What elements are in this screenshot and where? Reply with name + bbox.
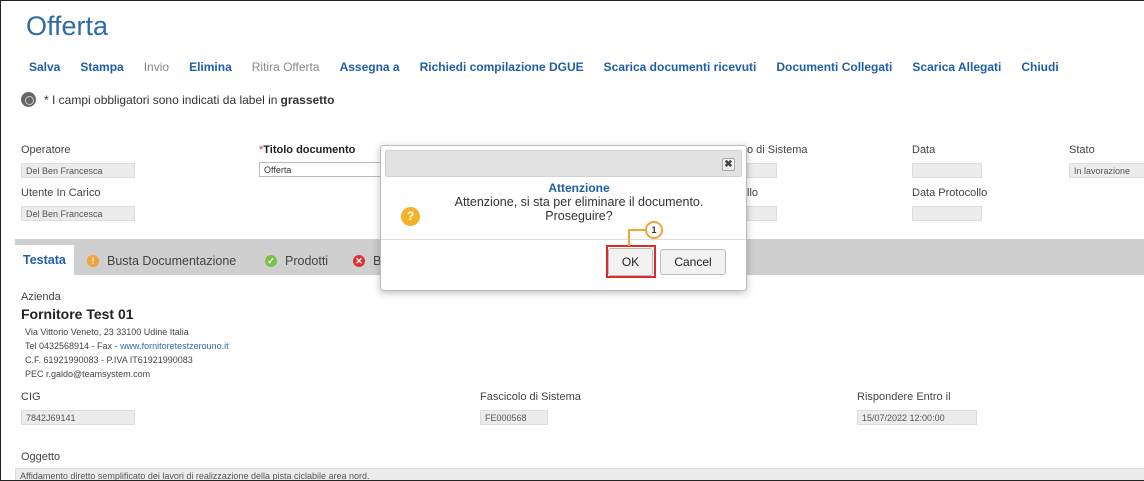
check-icon: ✓: [265, 254, 277, 267]
step-number-badge: 1: [645, 221, 663, 239]
azienda-pec: PEC r.galdo@teamsystem.com: [25, 369, 151, 379]
question-icon: ?: [401, 207, 420, 226]
send-button: Invio: [143, 60, 170, 74]
ok-highlight-box: [606, 245, 656, 278]
titolo-field[interactable]: Offerta: [259, 162, 383, 177]
page-frame: Offerta Salva Stampa Invio Elimina Ritir…: [0, 0, 1144, 481]
note-text: * I campi obbligatori sono indicati da l…: [44, 92, 278, 107]
toolbar: Salva Stampa Invio Elimina Ritira Offert…: [29, 60, 1079, 74]
cig-label: CIG: [21, 391, 41, 403]
save-button[interactable]: Salva: [29, 60, 60, 74]
required-fields-note: * I campi obbligatori sono indicati da l…: [21, 92, 335, 107]
fascicolo-top-value: [747, 163, 777, 178]
data-value: [912, 163, 982, 178]
fascicolo-value: FE000568: [480, 410, 548, 425]
assign-button[interactable]: Assegna a: [340, 60, 400, 74]
tab-testata[interactable]: Testata: [15, 245, 74, 275]
azienda-contact: Tel 0432568914 - Fax - www.fornitoretest…: [25, 341, 229, 351]
withdraw-offer-button: Ritira Offerta: [251, 60, 320, 74]
print-button[interactable]: Stampa: [80, 60, 123, 74]
oggetto-value: Affidamento diretto semplificato dei lav…: [15, 468, 1144, 480]
fascicolo-label: Fascicolo di Sistema: [480, 391, 581, 403]
close-button[interactable]: Chiudi: [1021, 60, 1058, 74]
azienda-address: Via Vittorio Veneto, 23 33100 Udine Ital…: [25, 327, 189, 337]
operatore-value: Del Ben Francesca: [21, 163, 135, 178]
protocollo-label: llo: [747, 187, 759, 199]
confirm-dialog: ✖ ? Attenzione Attenzione, si sta per el…: [380, 145, 747, 291]
download-received-button[interactable]: Scarica documenti ricevuti: [604, 60, 757, 74]
oggetto-label: Oggetto: [21, 451, 61, 463]
rispondere-label: Rispondere Entro il: [857, 391, 951, 403]
callout-line-vertical: [628, 229, 630, 246]
data-protocollo-value: [912, 206, 982, 221]
azienda-label: Azienda: [21, 291, 61, 303]
dialog-message: Attenzione, si sta per eliminare il docu…: [454, 195, 704, 223]
utente-value: Del Ben Francesca: [21, 206, 135, 221]
data-protocollo-label: Data Protocollo: [912, 187, 988, 199]
operatore-label: Operatore: [21, 144, 71, 156]
rispondere-value: 15/07/2022 12:00:00: [857, 410, 977, 425]
dialog-header: ✖: [385, 150, 742, 177]
delete-button[interactable]: Elimina: [189, 60, 232, 74]
tab-prodotti[interactable]: ✓ Prodotti: [265, 246, 328, 275]
fascicolo-top-label: o di Sistema: [747, 144, 808, 156]
close-icon[interactable]: ✖: [722, 158, 735, 171]
website-link[interactable]: www.fornitoretestzerouno.it: [120, 341, 229, 351]
help-icon[interactable]: [21, 92, 36, 107]
callout-line-horizontal: [628, 229, 646, 231]
dialog-title: Attenzione: [548, 181, 610, 195]
error-icon: ✕: [353, 254, 365, 267]
tab-busta-economica[interactable]: ✕ B: [353, 246, 381, 275]
cancel-button[interactable]: Cancel: [660, 249, 726, 275]
cig-value: 7842J69141: [21, 410, 135, 425]
warning-icon: !: [87, 254, 99, 267]
stato-value: In lavorazione: [1069, 163, 1144, 178]
request-dgue-button[interactable]: Richiedi compilazione DGUE: [420, 60, 584, 74]
note-bold-text: grassetto: [280, 92, 335, 107]
utente-label: Utente In Carico: [21, 187, 101, 199]
azienda-tax: C.F. 61921990083 - P.IVA IT61921990083: [25, 355, 193, 365]
protocollo-value: [747, 206, 777, 221]
titolo-label: *Titolo documento: [259, 144, 356, 156]
tab-busta-documentazione[interactable]: ! Busta Documentazione: [87, 246, 236, 275]
download-attachments-button[interactable]: Scarica Allegati: [912, 60, 1001, 74]
stato-label: Stato: [1069, 144, 1095, 156]
linked-documents-button[interactable]: Documenti Collegati: [776, 60, 892, 74]
azienda-name: Fornitore Test 01: [21, 306, 134, 322]
page-title: Offerta: [26, 11, 109, 41]
dialog-divider: [381, 239, 746, 240]
data-label: Data: [912, 144, 936, 156]
